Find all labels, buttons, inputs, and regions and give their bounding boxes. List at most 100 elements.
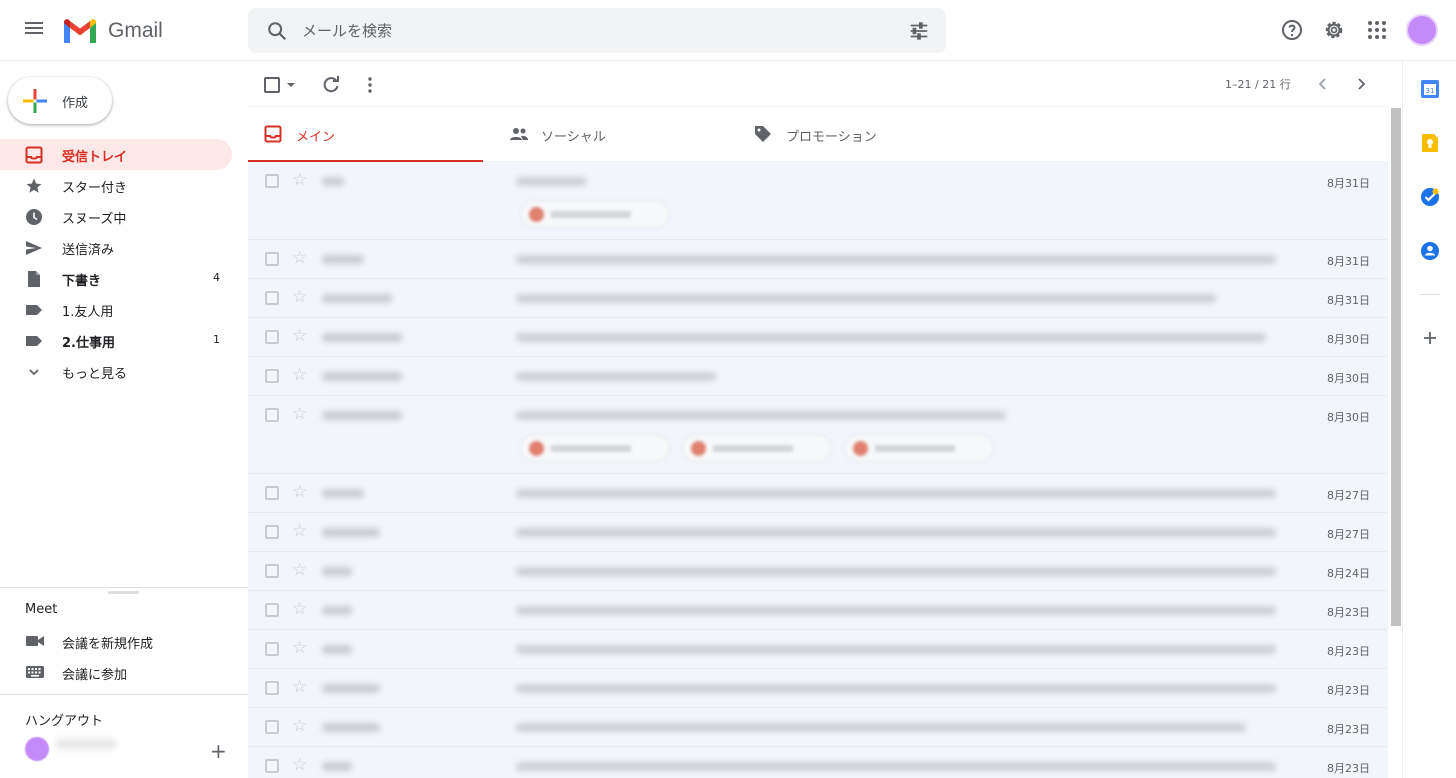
star-icon[interactable]: ☆	[292, 287, 307, 307]
sidebar-item-count: 4	[213, 271, 220, 284]
sidebar-item-more[interactable]: もっと見る	[0, 356, 232, 387]
search-options-icon[interactable]	[908, 20, 930, 42]
chevron-left-icon[interactable]	[1314, 75, 1332, 93]
sender-blurred	[322, 606, 352, 615]
attachment-chip[interactable]	[682, 434, 832, 462]
email-row[interactable]: ☆ 8月30日	[248, 396, 1388, 474]
star-icon[interactable]: ☆	[292, 170, 307, 190]
chevron-right-icon[interactable]	[1352, 75, 1370, 93]
row-checkbox[interactable]	[265, 369, 279, 383]
row-checkbox[interactable]	[265, 642, 279, 656]
attachment-chip[interactable]	[844, 434, 994, 462]
star-icon[interactable]: ☆	[292, 599, 307, 619]
subject-blurred	[516, 294, 1216, 303]
add-addon-plus-icon[interactable]	[1419, 327, 1441, 349]
top-bar: Gmail	[0, 0, 1456, 61]
email-row[interactable]: ☆ 8月23日	[248, 708, 1388, 747]
attachment-chip[interactable]	[520, 200, 670, 228]
add-hangout-plus-icon[interactable]: +	[210, 739, 227, 763]
row-checkbox[interactable]	[265, 252, 279, 266]
row-checkbox[interactable]	[265, 174, 279, 188]
sidebar-item-inbox[interactable]: 受信トレイ	[0, 139, 232, 170]
row-checkbox[interactable]	[265, 525, 279, 539]
tasks-icon[interactable]	[1419, 186, 1441, 208]
row-checkbox[interactable]	[265, 486, 279, 500]
email-row[interactable]: ☆ 8月31日	[248, 240, 1388, 279]
main-menu-icon[interactable]	[22, 19, 46, 43]
help-icon[interactable]	[1280, 18, 1304, 42]
sidebar-item-label-work[interactable]: 2.仕事用 1	[0, 325, 232, 356]
star-icon[interactable]: ☆	[292, 326, 307, 346]
panel-drag-handle[interactable]	[108, 591, 139, 594]
attachment-chip[interactable]	[520, 434, 670, 462]
email-list: ☆ 8月31日 ☆ 8月31日 ☆ 8月31日 ☆ 8月30日 ☆ 8月30日 …	[248, 162, 1388, 778]
row-checkbox[interactable]	[265, 759, 279, 773]
star-icon[interactable]: ☆	[292, 716, 307, 736]
email-row[interactable]: ☆ 8月23日	[248, 747, 1388, 778]
subject-blurred	[516, 723, 1246, 732]
refresh-icon[interactable]	[321, 75, 341, 95]
email-row[interactable]: ☆ 8月27日	[248, 513, 1388, 552]
subject-blurred	[516, 606, 1276, 615]
row-checkbox[interactable]	[265, 603, 279, 617]
email-row[interactable]: ☆ 8月31日	[248, 279, 1388, 318]
sidebar-item-snoozed[interactable]: スヌーズ中	[0, 201, 232, 232]
tab-promotions[interactable]: プロモーション	[738, 107, 973, 162]
email-row[interactable]: ☆ 8月27日	[248, 474, 1388, 513]
sender-blurred	[322, 762, 352, 771]
sidebar-item-label-friends[interactable]: 1.友人用	[0, 294, 232, 325]
tab-social[interactable]: ソーシャル	[493, 107, 728, 162]
compose-button[interactable]: 作成	[8, 77, 112, 124]
row-checkbox[interactable]	[265, 564, 279, 578]
join-meeting-button[interactable]: 会議に参加	[0, 658, 248, 686]
email-row[interactable]: ☆ 8月23日	[248, 630, 1388, 669]
search-input[interactable]	[302, 8, 892, 53]
select-all-checkbox[interactable]	[264, 77, 280, 93]
apps-grid-icon[interactable]	[1365, 18, 1389, 42]
subject-blurred	[516, 528, 1276, 537]
new-meeting-button[interactable]: 会議を新規作成	[0, 627, 248, 655]
contacts-icon[interactable]	[1419, 240, 1441, 262]
row-checkbox[interactable]	[265, 330, 279, 344]
email-row[interactable]: ☆ 8月24日	[248, 552, 1388, 591]
row-checkbox[interactable]	[265, 291, 279, 305]
more-options-icon[interactable]	[360, 75, 380, 95]
search-icon[interactable]	[266, 20, 288, 42]
star-icon[interactable]: ☆	[292, 404, 307, 424]
star-icon	[26, 178, 42, 193]
select-dropdown-caret-icon[interactable]	[286, 81, 296, 89]
star-icon[interactable]: ☆	[292, 638, 307, 658]
star-icon[interactable]: ☆	[292, 248, 307, 268]
email-row[interactable]: ☆ 8月30日	[248, 318, 1388, 357]
calendar-icon[interactable]: 31	[1419, 78, 1441, 100]
star-icon[interactable]: ☆	[292, 560, 307, 580]
account-avatar[interactable]	[1406, 14, 1438, 46]
star-icon[interactable]: ☆	[292, 677, 307, 697]
email-list-scrollbar[interactable]	[1391, 108, 1401, 626]
row-checkbox[interactable]	[265, 681, 279, 695]
join-meeting-label: 会議に参加	[62, 668, 128, 683]
star-icon[interactable]: ☆	[292, 482, 307, 502]
tab-primary[interactable]: メイン	[248, 107, 483, 163]
email-row[interactable]: ☆ 8月30日	[248, 357, 1388, 396]
star-icon[interactable]: ☆	[292, 755, 307, 775]
email-row[interactable]: ☆ 8月31日	[248, 162, 1388, 240]
new-meeting-label: 会議を新規作成	[62, 637, 154, 652]
gmail-logo[interactable]: Gmail	[62, 16, 163, 46]
tab-label: プロモーション	[786, 130, 877, 145]
row-checkbox[interactable]	[265, 720, 279, 734]
sidebar-item-drafts[interactable]: 下書き 4	[0, 263, 232, 294]
email-row[interactable]: ☆ 8月23日	[248, 591, 1388, 630]
star-icon[interactable]: ☆	[292, 521, 307, 541]
settings-gear-icon[interactable]	[1322, 18, 1346, 42]
sidebar-item-sent[interactable]: 送信済み	[0, 232, 232, 263]
sidebar-item-starred[interactable]: スター付き	[0, 170, 232, 201]
email-row[interactable]: ☆ 8月23日	[248, 669, 1388, 708]
hangouts-user-avatar[interactable]	[25, 737, 49, 761]
row-checkbox[interactable]	[265, 408, 279, 422]
sidebar-item-label: スヌーズ中	[62, 212, 127, 227]
star-icon[interactable]: ☆	[292, 365, 307, 385]
tab-label: メイン	[296, 130, 336, 145]
email-date: 8月30日	[1327, 372, 1370, 385]
keep-icon[interactable]	[1419, 132, 1441, 154]
